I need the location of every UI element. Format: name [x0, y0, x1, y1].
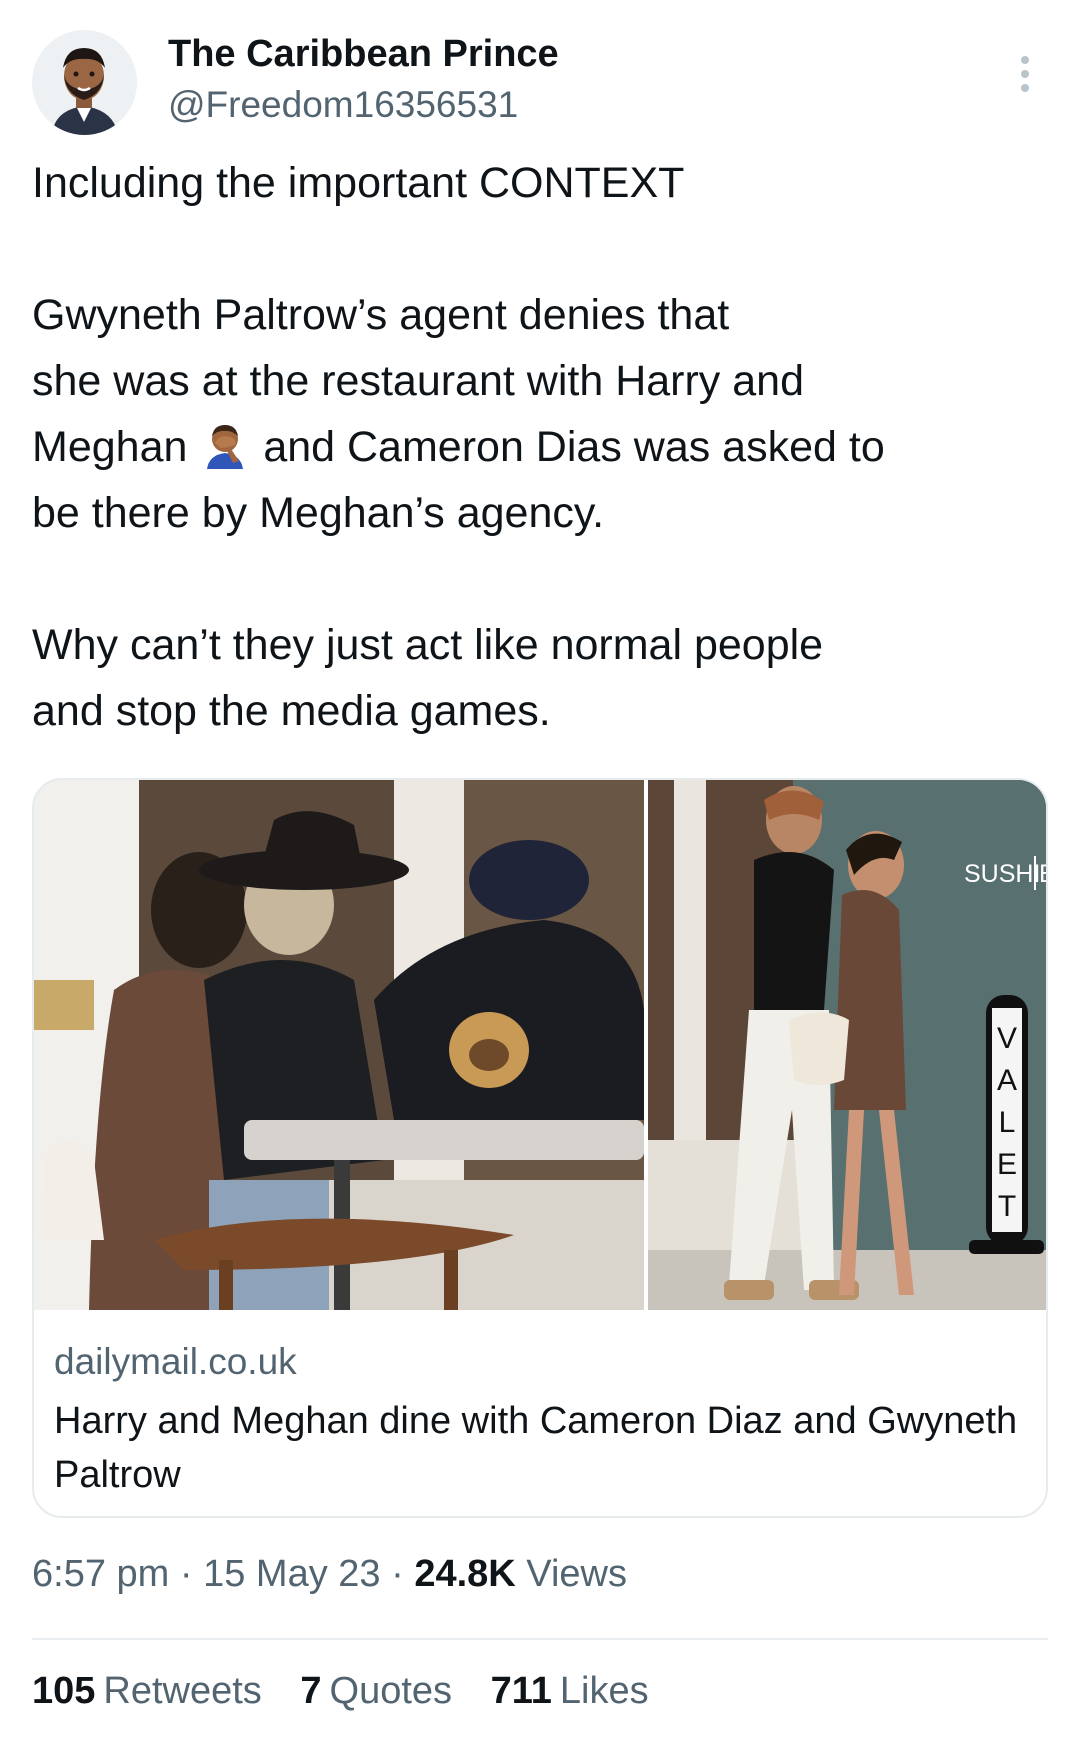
- link-card-meta: dailymail.co.uk Harry and Meghan dine wi…: [54, 1338, 1024, 1502]
- more-options-icon[interactable]: [1010, 52, 1040, 96]
- tweet-date[interactable]: 15 May 23: [203, 1553, 380, 1595]
- avatar[interactable]: [32, 30, 137, 135]
- valet-letter: V: [997, 1022, 1017, 1055]
- likes-stat[interactable]: 711 Likes: [491, 1670, 649, 1713]
- valet-letter: A: [997, 1064, 1017, 1097]
- tweet-word: and Cameron Dias was asked to: [263, 423, 885, 471]
- valet-letter: T: [998, 1190, 1016, 1223]
- right-photo: SUSHI BAR VALET: [648, 780, 1048, 1310]
- retweets-label: Retweets: [103, 1670, 262, 1712]
- link-card[interactable]: SUSHI BAR VALET dailymail.co.uk Harry an…: [32, 778, 1048, 1518]
- sign-bar: BAR: [1039, 860, 1048, 888]
- tweet-line: Gwyneth Paltrow’s agent denies that: [32, 291, 730, 339]
- tweet-line: Why can’t they just act like normal peop…: [32, 621, 824, 669]
- avatar-memoji-icon: [32, 30, 136, 135]
- quotes-count: 7: [300, 1670, 322, 1712]
- views-label: Views: [526, 1553, 627, 1595]
- valet-letter: L: [999, 1106, 1016, 1139]
- left-photo: [34, 780, 644, 1310]
- tweet-text: Including the important CONTEXT Gwyneth …: [32, 150, 1042, 744]
- link-headline: Harry and Meghan dine with Cameron Diaz …: [54, 1400, 1018, 1496]
- divider: [32, 1638, 1048, 1640]
- link-card-image[interactable]: SUSHI BAR VALET: [34, 780, 1046, 1310]
- quotes-stat[interactable]: 7 Quotes: [300, 1670, 452, 1713]
- likes-label: Likes: [559, 1670, 649, 1712]
- link-domain: dailymail.co.uk: [54, 1341, 297, 1382]
- author-handle[interactable]: @Freedom16356531: [168, 84, 518, 126]
- tweet-line: she was at the restaurant with Harry and: [32, 357, 804, 405]
- engagement-stats: 105 Retweets 7 Quotes 711 Likes: [32, 1670, 677, 1713]
- tweet-word: Meghan: [32, 423, 188, 471]
- separator: ·: [380, 1553, 415, 1595]
- separator: ·: [169, 1553, 204, 1595]
- tweet-time[interactable]: 6:57 pm: [32, 1553, 169, 1595]
- valet-letter: E: [997, 1148, 1017, 1181]
- views-count: 24.8K: [414, 1553, 516, 1595]
- tweet-line: and stop the media games.: [32, 687, 551, 735]
- man-facepalming-icon: [201, 421, 249, 469]
- retweets-stat[interactable]: 105 Retweets: [32, 1670, 262, 1713]
- likes-count: 711: [490, 1670, 552, 1712]
- tweet-line: Meghan and Cameron Dias was asked to: [32, 414, 1042, 480]
- author-name[interactable]: The Caribbean Prince: [168, 33, 559, 76]
- tweet-meta: 6:57 pm · 15 May 23 · 24.8K Views: [32, 1553, 627, 1596]
- quotes-label: Quotes: [329, 1670, 453, 1712]
- tweet-line: be there by Meghan’s agency.: [32, 489, 605, 537]
- tweet-line: Including the important CONTEXT: [32, 159, 685, 207]
- retweets-count: 105: [32, 1670, 96, 1712]
- sign-sushi: SUSHI: [964, 860, 1040, 888]
